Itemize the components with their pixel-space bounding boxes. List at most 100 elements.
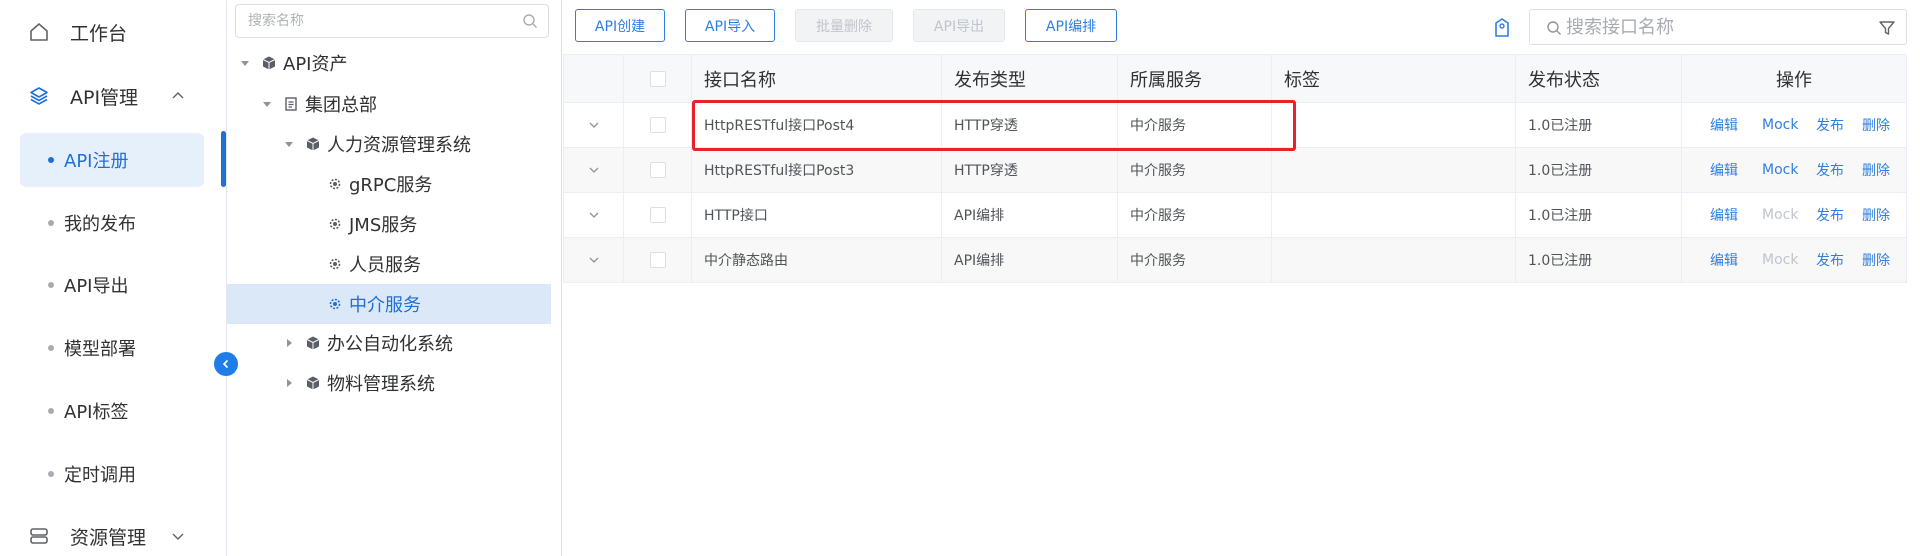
bullet-icon	[48, 345, 54, 351]
tree-node-label: 办公自动化系统	[327, 334, 453, 355]
cell-status: 1.0已注册	[1516, 148, 1682, 192]
caret-down-icon[interactable]	[283, 138, 295, 150]
nav-sub-api-tags[interactable]: API标签	[20, 384, 204, 438]
nav-sub-api-export[interactable]: API导出	[20, 258, 204, 312]
tree-node-oa-system[interactable]: 办公自动化系统	[227, 323, 551, 363]
header-type[interactable]: 发布类型	[942, 55, 1118, 102]
mock-link[interactable]: Mock	[1762, 162, 1798, 178]
api-search	[1529, 9, 1907, 45]
tree-node-jms-service[interactable]: JMS服务	[227, 204, 551, 244]
gear-icon	[327, 256, 343, 272]
gear-icon	[327, 296, 343, 312]
table-row[interactable]: HTTP接口 API编排 中介服务 1.0已注册 编辑 Mock 发布 删除	[564, 193, 1906, 238]
chevron-down-icon[interactable]	[587, 208, 601, 222]
tree-node-material-system[interactable]: 物料管理系统	[227, 363, 551, 403]
api-import-button[interactable]: API导入	[685, 9, 775, 42]
header-service[interactable]: 所属服务	[1118, 55, 1272, 102]
header-expand-cell	[564, 55, 624, 102]
api-create-button[interactable]: API创建	[575, 9, 665, 42]
delete-link[interactable]: 删除	[1862, 115, 1890, 135]
tree-node-agency-service[interactable]: 中介服务	[227, 284, 551, 324]
nav-sub-scheduled-call[interactable]: 定时调用	[20, 447, 204, 501]
server-icon	[28, 525, 50, 547]
publish-link[interactable]: 发布	[1816, 250, 1844, 270]
api-orchestrate-button[interactable]: API编排	[1025, 9, 1117, 42]
chevron-down-icon[interactable]	[587, 253, 601, 267]
cell-ops: 编辑 Mock 发布 删除	[1682, 193, 1906, 237]
edit-link[interactable]: 编辑	[1710, 205, 1738, 225]
app-root: 工作台 API管理 API注册 我的发布 API导出 模型部署 API标签 定时…	[0, 0, 1920, 556]
expand-cell	[564, 148, 624, 192]
document-icon	[283, 96, 299, 112]
delete-link[interactable]: 删除	[1862, 160, 1890, 180]
tree-node-label: API资产	[283, 54, 348, 75]
publish-link[interactable]: 发布	[1816, 115, 1844, 135]
tree-node-personnel-service[interactable]: 人员服务	[227, 244, 551, 284]
nav-sub-label: API注册	[64, 151, 129, 172]
caret-right-icon[interactable]	[283, 337, 295, 349]
table-row[interactable]: HttpRESTful接口Post3 HTTP穿透 中介服务 1.0已注册 编辑…	[564, 148, 1906, 193]
delete-link[interactable]: 删除	[1862, 250, 1890, 270]
caret-right-icon[interactable]	[283, 377, 295, 389]
expand-cell	[564, 193, 624, 237]
nav-sub-api-register[interactable]: API注册	[20, 133, 204, 187]
tree-search	[235, 4, 549, 38]
tree-node-label: 集团总部	[305, 95, 377, 116]
edit-link[interactable]: 编辑	[1710, 160, 1738, 180]
gear-icon	[327, 176, 343, 192]
header-tag[interactable]: 标签	[1272, 55, 1516, 102]
batch-delete-button[interactable]: 批量删除	[795, 9, 893, 42]
mock-link: Mock	[1762, 252, 1799, 268]
publish-link[interactable]: 发布	[1816, 205, 1844, 225]
api-export-button[interactable]: API导出	[913, 9, 1005, 42]
tree-node-api-assets[interactable]: API资产	[227, 43, 551, 83]
chevron-down-icon[interactable]	[587, 118, 601, 132]
nav-workbench-label: 工作台	[70, 22, 128, 45]
filter-icon[interactable]	[1878, 19, 1896, 37]
cube-icon	[305, 136, 321, 152]
header-name[interactable]: 接口名称	[692, 55, 942, 102]
nav-workbench[interactable]: 工作台	[0, 0, 226, 64]
row-checkbox[interactable]	[649, 162, 666, 178]
nav-sub-model-deploy[interactable]: 模型部署	[20, 321, 204, 375]
nav-sub-label: 模型部署	[64, 339, 136, 360]
mock-link[interactable]: Mock	[1762, 117, 1798, 133]
tree-node-group-hq[interactable]: 集团总部	[227, 84, 551, 124]
api-search-input[interactable]	[1566, 11, 1866, 43]
chevron-down-icon[interactable]	[587, 163, 601, 177]
search-icon[interactable]	[522, 13, 538, 29]
select-all-checkbox[interactable]	[649, 70, 666, 87]
caret-down-icon[interactable]	[239, 57, 251, 69]
cell-type: API编排	[942, 238, 1118, 282]
nav-api-management[interactable]: API管理	[0, 64, 226, 128]
asset-tree-panel: API资产 集团总部 人力资源管理系统 gRPC服务 JMS服务 人员服务 中介…	[226, 0, 562, 556]
edit-link[interactable]: 编辑	[1710, 115, 1738, 135]
table-row[interactable]: HttpRESTful接口Post4 HTTP穿透 中介服务 1.0已注册 编辑…	[564, 103, 1906, 148]
collapse-sidebar-button[interactable]	[214, 352, 238, 376]
table-header: 接口名称 发布类型 所属服务 标签 发布状态 操作	[564, 55, 1906, 103]
row-checkbox[interactable]	[649, 207, 666, 223]
row-checkbox[interactable]	[649, 252, 666, 268]
checkbox-cell	[624, 103, 692, 147]
header-status[interactable]: 发布状态	[1516, 55, 1682, 102]
cell-status: 1.0已注册	[1516, 193, 1682, 237]
tree-search-input[interactable]	[236, 5, 506, 37]
chevron-left-icon	[222, 359, 229, 369]
checkbox-cell	[624, 238, 692, 282]
cube-icon	[305, 335, 321, 351]
checkbox-cell	[624, 193, 692, 237]
edit-link[interactable]: 编辑	[1710, 250, 1738, 270]
publish-link[interactable]: 发布	[1816, 160, 1844, 180]
delete-link[interactable]: 删除	[1862, 205, 1890, 225]
nav-sub-my-publish[interactable]: 我的发布	[20, 196, 204, 250]
tree-node-hr-system[interactable]: 人力资源管理系统	[227, 124, 551, 164]
tree-node-grpc-service[interactable]: gRPC服务	[227, 164, 551, 204]
nav-resource-management[interactable]: 资源管理	[0, 504, 226, 556]
row-checkbox[interactable]	[649, 117, 666, 133]
cell-ops: 编辑 Mock 发布 删除	[1682, 148, 1906, 192]
left-nav: 工作台 API管理 API注册 我的发布 API导出 模型部署 API标签 定时…	[0, 0, 226, 556]
caret-down-icon[interactable]	[261, 98, 273, 110]
tag-icon[interactable]	[1492, 17, 1512, 39]
table-row[interactable]: 中介静态路由 API编排 中介服务 1.0已注册 编辑 Mock 发布 删除	[564, 238, 1906, 283]
cell-tag	[1272, 238, 1516, 282]
